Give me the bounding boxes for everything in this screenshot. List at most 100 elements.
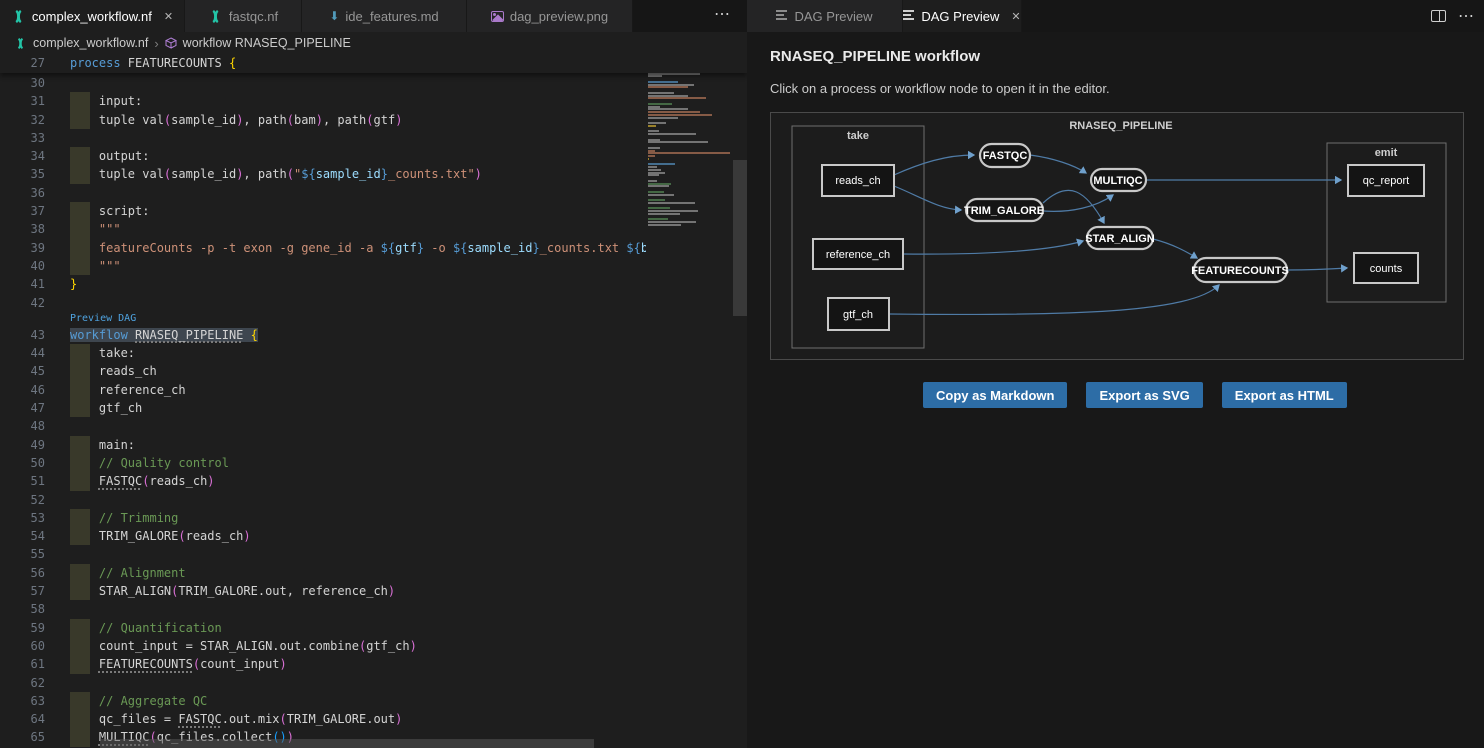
export-buttons: Copy as Markdown Export as SVG Export as… [923, 382, 1347, 408]
sticky-scroll-line[interactable]: 27process FEATURECOUNTS { [0, 54, 747, 73]
tab-ide-features[interactable]: ⬇ ide_features.md [302, 0, 467, 32]
line-number: 36 [0, 184, 45, 202]
line-number: 30 [0, 74, 45, 92]
breadcrumb-file[interactable]: complex_workflow.nf [33, 36, 148, 50]
code-line[interactable]: 58 [0, 600, 646, 618]
code-line[interactable]: 36 [0, 184, 646, 202]
code-line[interactable]: 27process FEATURECOUNTS { [0, 54, 747, 73]
channel-node-gtf-ch[interactable]: gtf_ch [828, 298, 889, 330]
line-number: 57 [0, 582, 45, 600]
code-line[interactable]: 48 [0, 417, 646, 435]
line-number: 32 [0, 111, 45, 129]
code-line[interactable]: 30 [0, 74, 646, 92]
code-line[interactable]: 34 output: [0, 147, 646, 165]
code-line[interactable]: 49 main: [0, 436, 646, 454]
channel-node-reads-ch[interactable]: reads_ch [822, 165, 894, 196]
code-line[interactable]: 54 TRIM_GALORE(reads_ch) [0, 527, 646, 545]
code-line[interactable]: 61 FEATURECOUNTS(count_input) [0, 655, 646, 673]
code-line[interactable]: 43workflow RNASEQ_PIPELINE { [0, 326, 646, 344]
code-editor[interactable]: 27process FEATURECOUNTS { 3031 input:32 … [0, 54, 747, 748]
code-line[interactable]: 52 [0, 491, 646, 509]
code-line[interactable]: 53 // Trimming [0, 509, 646, 527]
code-line[interactable]: 50 // Quality control [0, 454, 646, 472]
code-line[interactable]: 44 take: [0, 344, 646, 362]
node-label: gtf_ch [843, 309, 873, 321]
tab-complex-workflow[interactable]: complex_workflow.nf ✕ [0, 0, 185, 32]
line-number: 58 [0, 600, 45, 618]
export-as-html-button[interactable]: Export as HTML [1222, 382, 1347, 408]
process-node-featurecounts[interactable]: FEATURECOUNTS [1191, 258, 1289, 282]
panel-actions: ⋯ [1431, 0, 1474, 32]
line-number: 48 [0, 417, 45, 435]
page-subtitle: Click on a process or workflow node to o… [770, 81, 1110, 96]
code-line[interactable]: 33 [0, 129, 646, 147]
node-label: qc_report [1363, 175, 1409, 187]
channel-node-reference-ch[interactable]: reference_ch [813, 239, 903, 269]
horizontal-scrollbar[interactable] [100, 739, 594, 748]
preview-icon [776, 10, 788, 22]
copy-as-markdown-button[interactable]: Copy as Markdown [923, 382, 1067, 408]
code-line[interactable]: 38 """ [0, 220, 646, 238]
line-number: 35 [0, 165, 45, 183]
more-actions-icon[interactable]: ⋯ [714, 4, 731, 24]
line-number: 27 [0, 54, 45, 73]
code-line[interactable]: 60 count_input = STAR_ALIGN.out.combine(… [0, 637, 646, 655]
line-number: 55 [0, 545, 45, 563]
tab-fastqc[interactable]: fastqc.nf [185, 0, 302, 32]
line-number: 46 [0, 381, 45, 399]
tab-dag-preview-png[interactable]: dag_preview.png [467, 0, 633, 32]
tab-dag-preview-inactive[interactable]: DAG Preview [747, 0, 903, 32]
codelens-preview-dag[interactable]: Preview DAG [0, 312, 646, 326]
nextflow-icon [14, 38, 27, 49]
process-node-fastqc[interactable]: FASTQC [980, 144, 1030, 167]
line-number: 49 [0, 436, 45, 454]
line-number: 65 [0, 728, 45, 746]
right-tab-bar: DAG Preview DAG Preview ✕ ⋯ [747, 0, 1484, 32]
code-line[interactable]: 45 reads_ch [0, 362, 646, 380]
code-line[interactable]: 35 tuple val(sample_id), path("${sample_… [0, 165, 646, 183]
breadcrumb-separator: › [154, 36, 158, 51]
line-number: 52 [0, 491, 45, 509]
code-line[interactable]: 46 reference_ch [0, 381, 646, 399]
code-line[interactable]: 47 gtf_ch [0, 399, 646, 417]
code-line[interactable]: 32 tuple val(sample_id), path(bam), path… [0, 111, 646, 129]
node-label: STAR_ALIGN [1085, 233, 1155, 245]
more-actions-icon[interactable]: ⋯ [1458, 6, 1474, 26]
editor-group: complex_workflow.nf ✕ fastqc.nf ⬇ ide_fe… [0, 0, 747, 748]
code-line[interactable]: 64 qc_files = FASTQC.out.mix(TRIM_GALORE… [0, 710, 646, 728]
line-number: 62 [0, 674, 45, 692]
close-icon[interactable]: ✕ [164, 10, 173, 23]
code-line[interactable]: 55 [0, 545, 646, 563]
output-node-counts[interactable]: counts [1354, 253, 1418, 283]
code-line[interactable]: 31 input: [0, 92, 646, 110]
export-as-svg-button[interactable]: Export as SVG [1086, 382, 1202, 408]
split-editor-icon[interactable] [1431, 10, 1446, 22]
minimap[interactable] [648, 56, 732, 746]
code-line[interactable]: 56 // Alignment [0, 564, 646, 582]
breadcrumb-symbol[interactable]: workflow RNASEQ_PIPELINE [183, 36, 351, 50]
nextflow-icon [208, 10, 223, 23]
line-number: 61 [0, 655, 45, 673]
code-line[interactable]: 59 // Quantification [0, 619, 646, 637]
process-node-trim-galore[interactable]: TRIM_GALORE [964, 199, 1044, 221]
line-number: 44 [0, 344, 45, 362]
process-node-multiqc[interactable]: MULTIQC [1091, 169, 1146, 191]
code-line[interactable]: 42 [0, 294, 646, 312]
code-line[interactable]: 57 STAR_ALIGN(TRIM_GALORE.out, reference… [0, 582, 646, 600]
code-line[interactable]: 63 // Aggregate QC [0, 692, 646, 710]
output-node-qc-report[interactable]: qc_report [1348, 165, 1424, 196]
node-label: TRIM_GALORE [964, 205, 1044, 217]
close-icon[interactable]: ✕ [1011, 10, 1020, 23]
code-line[interactable]: 37 script: [0, 202, 646, 220]
vertical-scrollbar[interactable] [733, 160, 747, 316]
emit-cluster-label: emit [1375, 147, 1398, 159]
process-node-star-align[interactable]: STAR_ALIGN [1085, 227, 1155, 249]
code-line[interactable]: 51 FASTQC(reads_ch) [0, 472, 646, 490]
code-line[interactable]: 41} [0, 275, 646, 293]
line-number: 63 [0, 692, 45, 710]
code-line[interactable]: 40 """ [0, 257, 646, 275]
code-line[interactable]: 39 featureCounts -p -t exon -g gene_id -… [0, 239, 646, 257]
symbol-cube-icon [165, 37, 177, 49]
tab-dag-preview-active[interactable]: DAG Preview ✕ [903, 0, 1022, 32]
code-line[interactable]: 62 [0, 674, 646, 692]
